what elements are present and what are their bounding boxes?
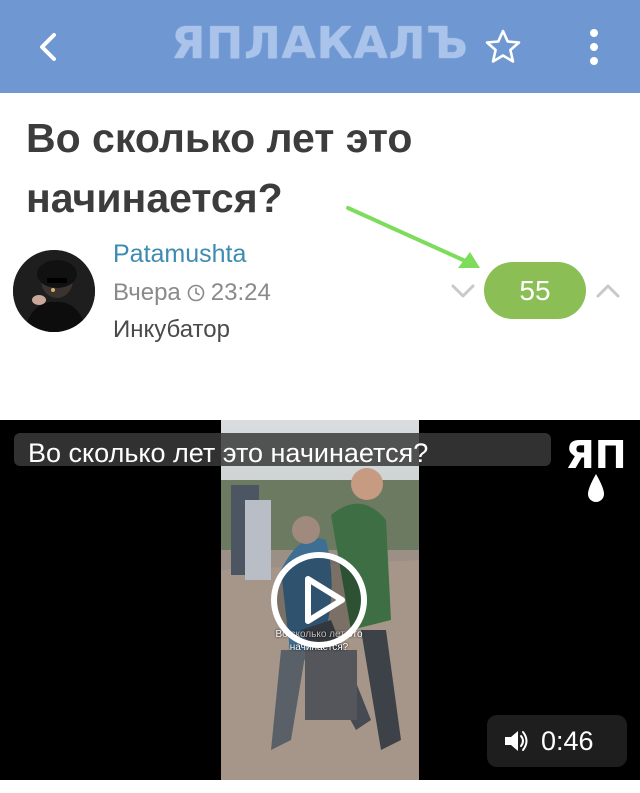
more-vertical-icon[interactable]	[580, 24, 608, 70]
svg-text:ЯП: ЯП	[565, 433, 626, 477]
top-app-bar: ЯПЛАКАЛЪ	[0, 0, 640, 93]
volume-icon[interactable]	[503, 728, 529, 754]
video-player[interactable]: Во сколько лет это начинается? ЯП Во ско…	[0, 420, 640, 780]
site-logo[interactable]: ЯПЛАКАЛЪ	[0, 18, 640, 69]
clock-icon	[187, 284, 205, 302]
post-time: 23:24	[210, 279, 271, 306]
video-controls: 0:46	[487, 715, 627, 767]
post-datetime: Вчера 23:24	[113, 279, 271, 307]
post-date: Вчера	[113, 279, 181, 306]
rating-badge: 55	[484, 262, 586, 319]
vote-down-chevron-icon[interactable]	[449, 278, 477, 304]
post-section-link[interactable]: Инкубатор	[113, 316, 230, 344]
video-caption: Во сколько лет это начинается?	[14, 433, 551, 466]
author-name-link[interactable]: Patamushta	[113, 240, 246, 269]
vote-up-chevron-icon[interactable]	[594, 278, 622, 304]
star-icon[interactable]	[483, 27, 523, 67]
author-avatar[interactable]	[13, 250, 95, 332]
play-icon[interactable]	[270, 551, 368, 649]
annotation-arrow-icon	[346, 206, 480, 268]
post-title: Во сколько лет это начинается?	[26, 115, 413, 221]
video-duration: 0:46	[541, 725, 594, 756]
yp-logo-icon: ЯП	[562, 428, 630, 510]
